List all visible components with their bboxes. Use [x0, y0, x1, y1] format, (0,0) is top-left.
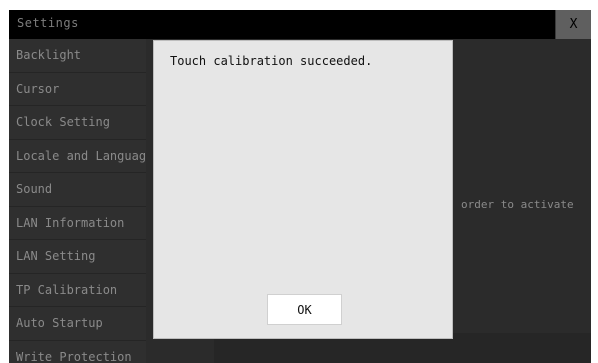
settings-sidebar: Backlight Cursor Clock Setting Locale an…: [9, 39, 146, 363]
sidebar-item-cursor[interactable]: Cursor: [9, 73, 146, 106]
ok-button[interactable]: OK: [267, 294, 342, 325]
sidebar-item-locale-and-language[interactable]: Locale and Language: [9, 140, 146, 173]
sidebar-item-lan-setting[interactable]: LAN Setting: [9, 240, 146, 274]
content-description-text: order to activate: [461, 198, 574, 211]
sidebar-item-backlight[interactable]: Backlight: [9, 39, 146, 73]
sidebar-item-tp-calibration[interactable]: TP Calibration: [9, 274, 146, 307]
sidebar-item-auto-startup[interactable]: Auto Startup: [9, 307, 146, 341]
calibration-result-dialog: Touch calibration succeeded. OK: [153, 40, 453, 339]
close-button[interactable]: X: [555, 10, 591, 39]
dialog-message: Touch calibration succeeded.: [170, 54, 373, 68]
sidebar-item-lan-information[interactable]: LAN Information: [9, 207, 146, 240]
title-bar: Settings X: [9, 10, 591, 39]
window-title: Settings: [17, 16, 79, 30]
sidebar-item-sound[interactable]: Sound: [9, 173, 146, 207]
sidebar-item-clock-setting[interactable]: Clock Setting: [9, 106, 146, 140]
sidebar-item-write-protection[interactable]: Write Protection: [9, 341, 146, 363]
